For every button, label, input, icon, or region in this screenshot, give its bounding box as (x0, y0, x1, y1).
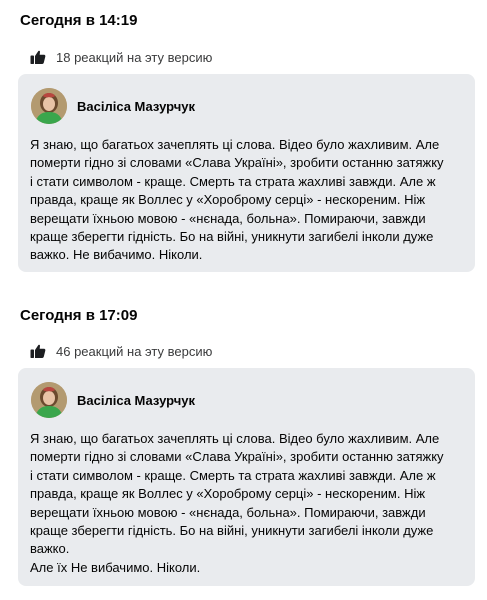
author-name[interactable]: Васіліса Мазурчук (77, 393, 195, 408)
version-timestamp: Сегодня в 17:09 (20, 307, 138, 324)
comment-text: Я знаю, що багатьох зачеплять ці слова. … (30, 137, 444, 263)
version-entry: Сегодня в 14:19 18 реакций на эту версию… (0, 0, 487, 290)
reaction-count: 18 реакций на эту версию (56, 49, 213, 65)
thumbs-up-icon (30, 49, 46, 65)
thumbs-up-icon (30, 343, 46, 359)
comment-card: Васіліса Мазурчук Я знаю, що багатьох за… (18, 74, 475, 272)
reaction-count: 46 реакций на эту версию (56, 343, 213, 359)
user-avatar[interactable] (31, 382, 67, 418)
reaction-summary[interactable]: 46 реакций на эту версию (30, 343, 212, 359)
version-timestamp: Сегодня в 14:19 (20, 12, 138, 29)
comment-text: Я знаю, що багатьох зачеплять ці слова. … (30, 431, 444, 575)
comment-card: Васіліса Мазурчук Я знаю, що багатьох за… (18, 368, 475, 586)
author-name[interactable]: Васіліса Мазурчук (77, 99, 195, 114)
reaction-summary[interactable]: 18 реакций на эту версию (30, 49, 212, 65)
comment-author: Васіліса Мазурчук (31, 88, 195, 124)
user-avatar[interactable] (31, 88, 67, 124)
version-entry: Сегодня в 17:09 46 реакций на эту версию… (0, 296, 487, 600)
comment-author: Васіліса Мазурчук (31, 382, 195, 418)
